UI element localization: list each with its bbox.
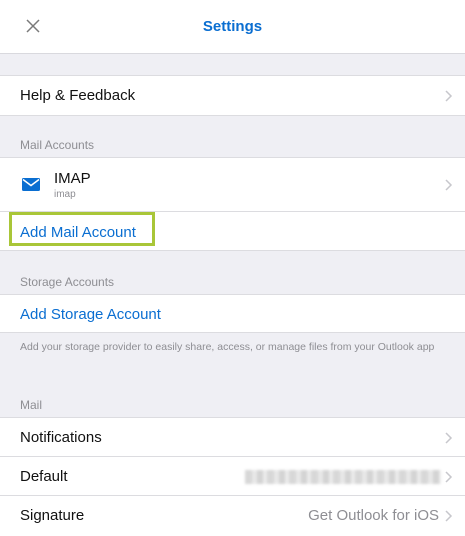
chevron-right-icon	[445, 471, 453, 483]
chevron-right-icon	[445, 432, 453, 444]
header: Settings	[0, 0, 465, 54]
add-storage-account-row[interactable]: Add Storage Account	[0, 294, 465, 333]
default-label: Default	[20, 468, 68, 485]
mail-icon	[22, 178, 40, 191]
signature-value: Get Outlook for iOS	[308, 507, 439, 524]
notifications-label: Notifications	[20, 429, 102, 446]
chevron-right-icon	[445, 90, 453, 102]
storage-accounts-section-label: Storage Accounts	[20, 275, 115, 289]
imap-account-name: IMAP	[54, 170, 91, 187]
signature-label: Signature	[20, 507, 85, 524]
signature-row[interactable]: Signature Get Outlook for iOS	[0, 495, 465, 536]
help-feedback-label: Help & Feedback	[20, 87, 136, 104]
add-mail-account-highlight	[9, 212, 155, 246]
mail-section-label: Mail	[20, 398, 43, 412]
default-account-value-redacted	[245, 470, 441, 484]
notifications-row[interactable]: Notifications	[0, 417, 465, 456]
chevron-right-icon	[445, 510, 453, 522]
help-feedback-row[interactable]: Help & Feedback	[0, 75, 465, 116]
default-row[interactable]: Default	[0, 456, 465, 495]
imap-account-type: imap	[54, 189, 76, 200]
add-storage-account-button[interactable]: Add Storage Account	[20, 306, 161, 323]
page-title: Settings	[202, 18, 263, 35]
mail-accounts-section-label: Mail Accounts	[20, 138, 95, 152]
storage-info-text: Add your storage provider to easily shar…	[20, 341, 435, 353]
chevron-right-icon	[445, 179, 453, 191]
